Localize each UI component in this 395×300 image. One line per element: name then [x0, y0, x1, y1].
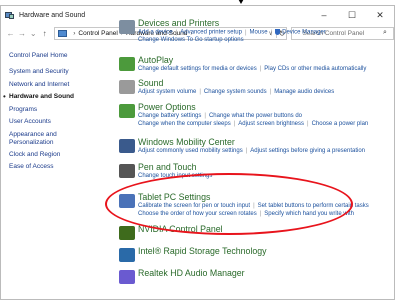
category-title[interactable]: Sound	[138, 78, 163, 88]
control-panel-icon	[58, 29, 68, 37]
breadcrumb-control-panel[interactable]: Control Panel	[78, 30, 117, 37]
task-link[interactable]: Choose a power plan	[312, 121, 369, 127]
pen-icon[interactable]	[119, 164, 135, 178]
link-separator: |	[307, 121, 309, 127]
control-panel-window: Hardware and Sound – ☐ ✕ ← → ⌄ ↑ › Contr…	[0, 5, 395, 300]
link-separator: |	[233, 121, 236, 127]
task-link[interactable]: Change system sounds	[204, 89, 267, 95]
category-title[interactable]: Tablet PC Settings	[138, 192, 210, 202]
task-link[interactable]: Play CDs or other media automatically	[264, 66, 366, 72]
intel-storage-icon[interactable]	[119, 248, 135, 262]
category-title[interactable]: NVIDIA Control Panel	[138, 224, 223, 234]
task-link[interactable]: Choose the order of how your screen rota…	[138, 211, 257, 217]
sidebar-item-system-security[interactable]: System and Security	[9, 68, 69, 76]
power-icon[interactable]	[119, 104, 135, 118]
realtek-audio-icon[interactable]	[119, 270, 135, 284]
maximize-button[interactable]: ☐	[338, 10, 366, 21]
task-link[interactable]: Change default settings for media or dev…	[138, 66, 257, 72]
sidebar-item-control-panel-home[interactable]: Control Panel Home	[9, 52, 68, 60]
mobility-icon[interactable]	[119, 139, 135, 153]
category-title[interactable]: AutoPlay	[138, 55, 173, 65]
link-separator: |	[259, 66, 262, 72]
link-separator: |	[259, 211, 262, 217]
autoplay-icon[interactable]	[119, 57, 135, 71]
category-title[interactable]: Devices and Printers	[138, 18, 219, 28]
task-link[interactable]: Set tablet buttons to perform certain ta…	[258, 203, 369, 209]
chevron-icon[interactable]: ›	[73, 30, 75, 37]
sidebar-item-ease-of-access[interactable]: Ease of Access	[9, 163, 53, 171]
task-link-row: Change when the computer sleeps | Adjust s…	[138, 121, 368, 127]
link-separator: |	[253, 203, 255, 209]
task-link[interactable]: Adjust system volume	[138, 89, 196, 95]
sidebar-item-personalization[interactable]: Personalization	[9, 139, 53, 147]
hardware-sound-icon	[5, 11, 15, 19]
recent-dropdown-icon[interactable]: ⌄	[28, 29, 39, 38]
task-link[interactable]: Device Manager	[282, 30, 326, 36]
task-link-row: Adjust system volume | Change system sound…	[138, 89, 334, 95]
task-link[interactable]: Adjust settings before giving a presenta…	[250, 148, 365, 154]
up-button[interactable]: ↑	[39, 29, 50, 38]
task-link[interactable]: Advanced printer setup	[180, 30, 242, 36]
category-title[interactable]: Power Options	[138, 102, 196, 112]
task-link-row: Adjust commonly used mobility settings | A…	[138, 148, 365, 154]
back-button[interactable]: ←	[5, 29, 16, 38]
link-separator: |	[269, 89, 272, 95]
task-link[interactable]: Change when the computer sleeps	[138, 121, 231, 127]
task-link-row: Change battery settings | Change what the …	[138, 113, 302, 119]
task-link[interactable]: Add a device	[138, 30, 173, 36]
task-link-row: Change Windows To Go startup options	[138, 37, 244, 43]
shield-icon	[275, 29, 281, 35]
nvidia-icon[interactable]	[119, 226, 135, 240]
category-title[interactable]: Realtek HD Audio Manager	[138, 268, 245, 278]
sidebar-item-programs[interactable]: Programs	[9, 106, 37, 114]
printer-icon[interactable]	[119, 20, 135, 34]
current-bullet-icon: •	[3, 92, 6, 101]
close-button[interactable]: ✕	[366, 10, 394, 21]
task-link[interactable]: Change battery settings	[138, 113, 201, 119]
task-link[interactable]: Mouse	[250, 30, 268, 36]
category-title[interactable]: Intel® Rapid Storage Technology	[138, 246, 267, 256]
task-link-row: Calibrate the screen for pen or touch in…	[138, 203, 369, 209]
task-link[interactable]: Calibrate the screen for pen or touch in…	[138, 203, 250, 209]
task-link[interactable]: Specify which hand you write with	[264, 211, 354, 217]
speaker-icon[interactable]	[119, 80, 135, 94]
link-separator: |	[244, 29, 247, 36]
task-link[interactable]: Change what the power buttons do	[209, 113, 302, 119]
task-link[interactable]: Manage audio devices	[274, 89, 334, 95]
sidebar-item-user-accounts[interactable]: User Accounts	[9, 118, 51, 126]
sidebar-item-hardware-sound: Hardware and Sound	[9, 93, 75, 100]
search-icon[interactable]: ⌕	[383, 29, 393, 37]
sidebar-item-appearance[interactable]: Appearance and	[9, 131, 57, 139]
task-link-row: Change touch input settings	[138, 173, 212, 179]
task-link-row: Add a device | Advanced printer setup | Mous…	[138, 29, 326, 36]
sidebar-item-clock-region[interactable]: Clock and Region	[9, 151, 60, 159]
link-separator: |	[199, 89, 201, 95]
link-separator: |	[270, 29, 273, 36]
forward-button[interactable]: →	[16, 29, 27, 38]
task-link[interactable]: Change Windows To Go startup options	[138, 37, 244, 43]
link-separator: |	[204, 113, 206, 119]
link-separator: |	[245, 148, 248, 154]
task-link-row: Choose the order of how your screen rota…	[138, 211, 354, 217]
task-link-row: Change default settings for media or dev…	[138, 66, 366, 72]
task-link[interactable]: Adjust screen brightness	[238, 121, 304, 127]
sidebar-item-network[interactable]: Network and Internet	[9, 81, 69, 89]
category-title[interactable]: Pen and Touch	[138, 162, 197, 172]
task-link[interactable]: Adjust commonly used mobility settings	[138, 148, 243, 154]
pointer-arrow-icon	[237, 0, 245, 4]
task-link[interactable]: Change touch input settings	[138, 173, 212, 179]
tablet-icon[interactable]	[119, 194, 135, 208]
category-title[interactable]: Windows Mobility Center	[138, 137, 235, 147]
link-separator: |	[175, 29, 178, 36]
minimize-button[interactable]: –	[310, 10, 338, 20]
